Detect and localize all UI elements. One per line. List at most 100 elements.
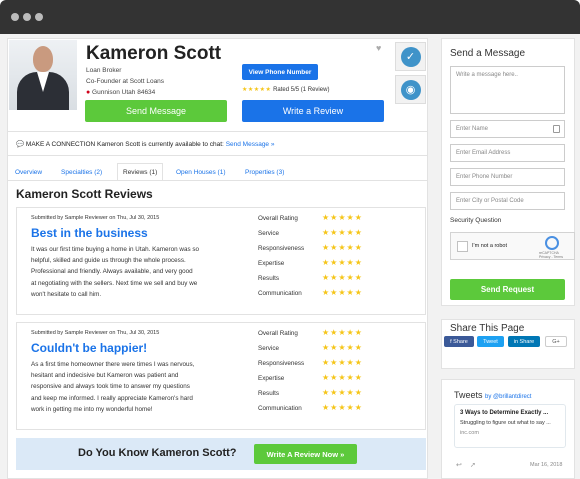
captcha-label: I'm not a robot [472,243,507,249]
view-phone-button[interactable]: View Phone Number [242,64,318,80]
linkedin-share-button[interactable]: in Share [508,336,540,347]
connection-bar: 💬 MAKE A CONNECTION Kameron Scott is cur… [16,140,274,148]
city-field[interactable]: Enter City or Postal Code [450,192,565,210]
review-body: As a first time homeowner there were tim… [31,359,231,415]
profile-main: Kameron Scott Loan Broker Co-Founder at … [7,38,428,479]
rating-stars: ★★★★★ [242,87,272,93]
phone-field[interactable]: Enter Phone Number [450,168,565,186]
facebook-share-button[interactable]: f Share [444,336,474,347]
tab-properties[interactable]: Properties (3) [245,163,284,181]
reply-icon[interactable]: ↩ [456,461,462,469]
window-dot-icon[interactable] [11,13,19,21]
tab-overview[interactable]: Overview [15,163,42,181]
tweets-title: Tweets [454,390,483,400]
tweets-header: Tweets by @brillantdirect [454,390,531,400]
profile-company: Co-Founder at Scott Loans [86,78,165,85]
category-stars: ★★★★★ [322,373,363,382]
share-card: Share This Page f Share Tweet in Share G… [441,319,575,369]
recaptcha-icon [545,236,559,250]
category-stars: ★★★★★ [322,213,363,222]
verified-badge[interactable]: ✓ [395,42,426,71]
rating-category: Expertise [258,375,285,382]
security-label: Security Question [450,217,502,224]
contact-card-icon [553,125,560,133]
send-request-button[interactable]: Send Request [450,279,565,300]
send-message-card: Send a Message Write a message here.. En… [441,38,575,306]
reviews-heading: Kameron Scott Reviews [16,187,153,201]
email-field[interactable]: Enter Email Address [450,144,565,162]
location-badge[interactable]: ◉ [395,75,426,104]
review-line: and keep me informed. I really appreciat… [31,394,193,402]
review-line: helpful, skilled and guide us through th… [31,257,186,265]
divider [8,180,427,181]
category-stars: ★★★★★ [322,288,363,297]
tweet-headline: 3 Ways to Determine Exactly ... [460,410,549,416]
tab-reviews[interactable]: Reviews (1) [117,163,164,181]
review-title[interactable]: Couldn't be happier! [31,341,147,355]
recaptcha-brand: reCAPTCHA Privacy - Terms [539,251,563,259]
tweet-text: Struggling to figure out what to say ... [460,420,551,426]
profile-name: Kameron Scott [86,43,222,64]
review-line: responsive and always took time to answe… [31,383,190,391]
tab-open-houses[interactable]: Open Houses (1) [176,163,226,181]
review-submitted: Submitted by Sample Reviewer on Thu, Jul… [31,330,160,336]
rating-category: Overall Rating [258,215,298,222]
category-stars: ★★★★★ [322,228,363,237]
review-line: As a first time homeowner there were tim… [31,361,195,368]
rating-category: Responsiveness [258,245,305,252]
captcha-terms[interactable]: Privacy - Terms [539,255,563,259]
category-stars: ★★★★★ [322,273,363,282]
review-line: hesitant and indecisive but Kameron was … [31,372,179,380]
browser-chrome [0,0,580,34]
window-dot-icon[interactable] [23,13,31,21]
window-dot-icon[interactable] [35,13,43,21]
avatar [9,40,77,110]
google-plus-button[interactable]: G+ [545,336,567,347]
heart-icon[interactable]: ♥ [376,43,381,53]
message-textarea[interactable]: Write a message here.. [450,66,565,114]
rating-category: Overall Rating [258,330,298,337]
send-message-button[interactable]: Send Message [85,100,227,122]
tab-specialties[interactable]: Specialties (2) [61,163,102,181]
write-review-now-button[interactable]: Write A Review Now » [254,444,357,464]
name-field[interactable]: Enter Name [450,120,565,138]
verified-icon: ✓ [400,46,421,67]
tweet-card[interactable]: 3 Ways to Determine Exactly ... Struggli… [454,404,566,448]
category-stars: ★★★★★ [322,258,363,267]
review-card: Submitted by Sample Reviewer on Thu, Jul… [16,322,426,430]
tweet-domain: inc.com [460,430,479,436]
write-review-button[interactable]: Write a Review [242,100,384,122]
category-stars: ★★★★★ [322,243,363,252]
review-line: at negotiating with the sellers. Next ti… [31,279,198,287]
rating-category: Results [258,390,279,397]
review-line: It was our first time buying a home in U… [31,246,199,253]
rating-category: Communication [258,290,302,297]
profile-location: ● Gunnison Utah 84634 [86,89,155,96]
tab-bar: Overview Specialties (2) Reviews (1) Ope… [8,163,427,181]
recaptcha: I'm not a robot reCAPTCHA Privacy - Terms [450,232,575,260]
connection-text: MAKE A CONNECTION Kameron Scott is curre… [25,141,224,148]
category-stars: ★★★★★ [322,403,363,412]
cta-question: Do You Know Kameron Scott? [78,447,237,459]
captcha-checkbox[interactable] [457,241,468,252]
send-message-title: Send a Message [450,48,526,59]
tweets-card: Tweets by @brillantdirect 3 Ways to Dete… [441,379,575,479]
share-icon[interactable]: ➚ [470,461,476,469]
rating-category: Communication [258,405,302,412]
category-stars: ★★★★★ [322,358,363,367]
rating-text: Rated 5/5 (1 Review) [273,87,330,93]
review-line: work in getting me into my wonderful hom… [31,405,153,413]
send-message-link[interactable]: Send Message » [226,141,275,148]
location-text: Gunnison Utah 84634 [92,89,156,96]
category-stars: ★★★★★ [322,343,363,352]
divider [8,155,427,156]
review-body: It was our first time buying a home in U… [31,244,231,300]
rating-category: Service [258,345,279,352]
tweet-button[interactable]: Tweet [477,336,504,347]
rating-summary: ★★★★★ Rated 5/5 (1 Review) [242,86,329,93]
review-line: Professional and friendly. Always availa… [31,268,193,276]
review-title[interactable]: Best in the business [31,226,148,240]
rating-category: Expertise [258,260,285,267]
tweets-by[interactable]: by @brillantdirect [485,394,531,400]
map-pin-icon: ● [86,89,91,96]
